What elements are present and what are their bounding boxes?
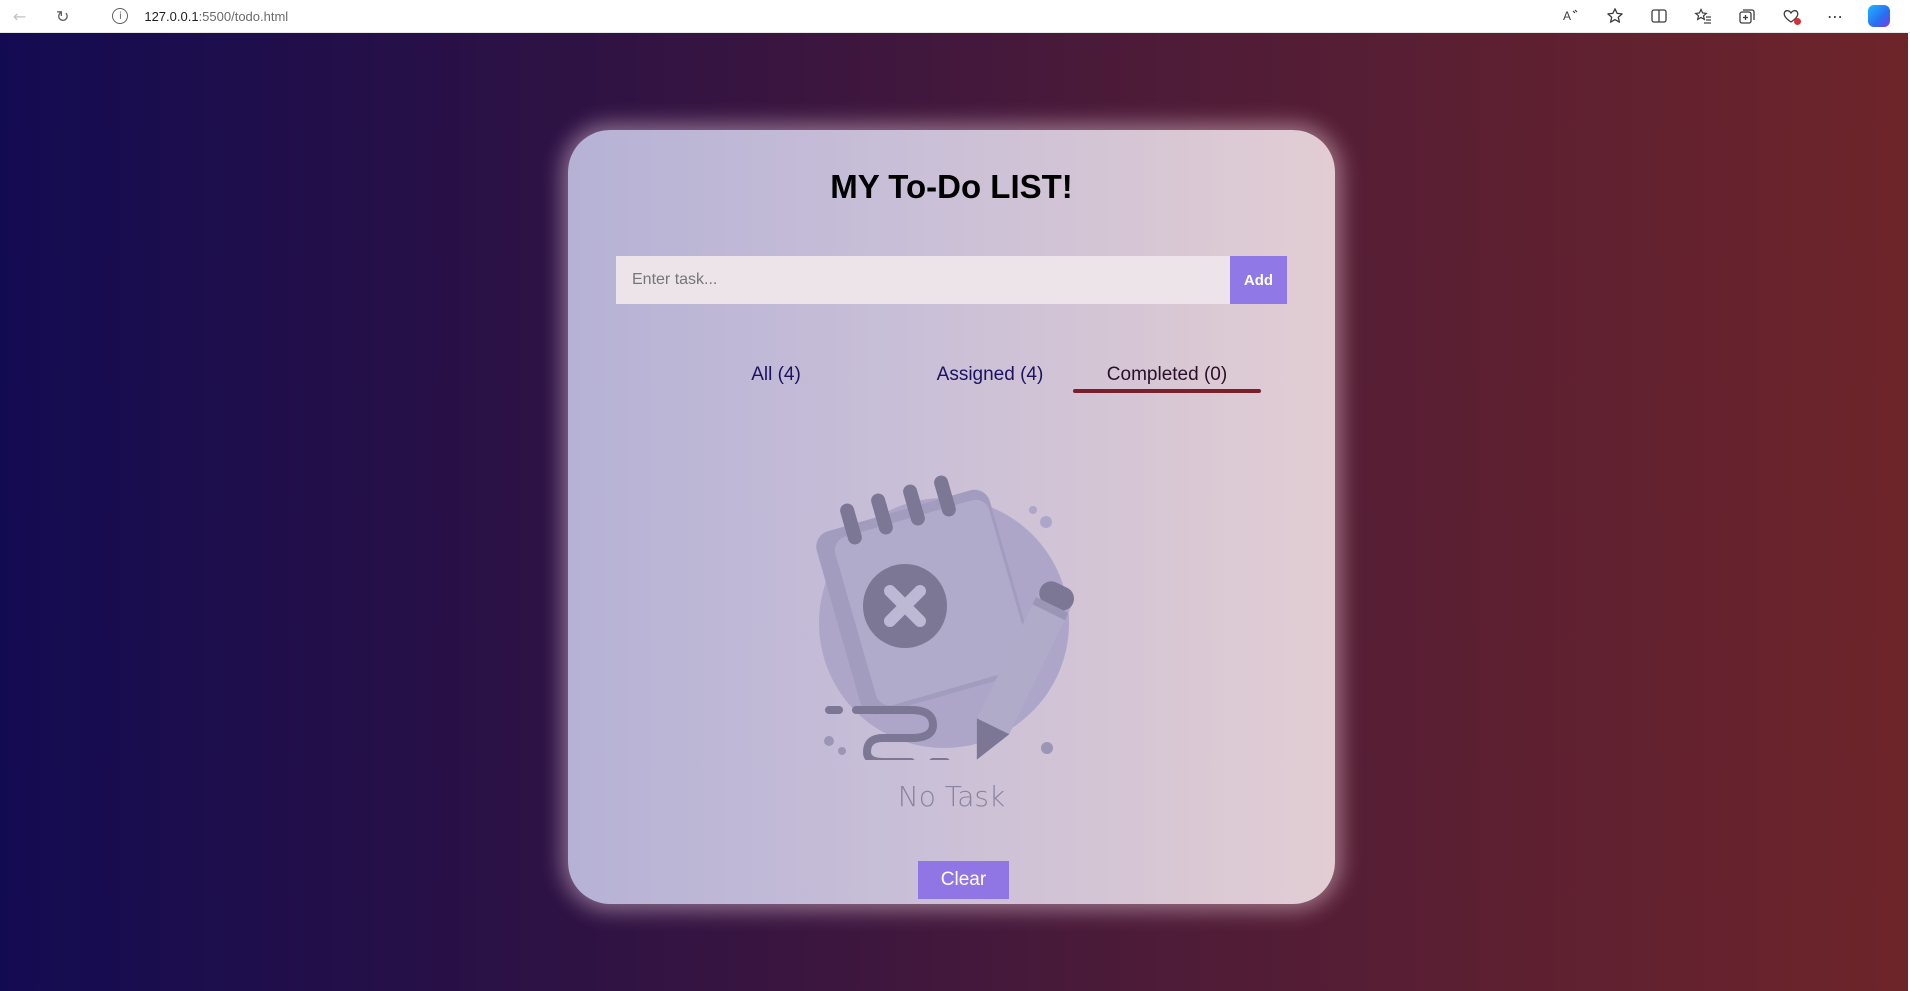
split-screen-icon[interactable] <box>1640 1 1678 31</box>
add-task-button[interactable]: Add <box>1230 256 1287 304</box>
clear-button[interactable]: Clear <box>918 861 1009 899</box>
notification-dot <box>1794 18 1801 25</box>
info-glyph: i <box>118 10 122 22</box>
svg-text:A: A <box>1563 9 1571 23</box>
read-aloud-icon[interactable]: A <box>1552 1 1590 31</box>
copilot-icon[interactable] <box>1860 1 1898 31</box>
empty-notepad-icon <box>816 475 1075 760</box>
tab-assigned[interactable]: Assigned (4) <box>890 364 1090 392</box>
page-title: MY To-Do LIST! <box>830 168 1073 205</box>
reload-icon: ↻ <box>56 6 70 26</box>
address-bar[interactable]: i 127.0.0.1:5500/todo.html <box>96 2 1552 30</box>
browser-toolbar: ← ↻ i 127.0.0.1:5500/todo.html A ⋯ <box>0 0 1910 33</box>
back-button[interactable]: ← <box>2 1 37 31</box>
copilot-logo <box>1868 5 1890 27</box>
tab-completed[interactable]: Completed (0) <box>1073 364 1261 392</box>
tab-all[interactable]: All (4) <box>716 364 836 392</box>
collections-icon[interactable] <box>1728 1 1766 31</box>
favorites-icon[interactable] <box>1684 1 1722 31</box>
page-background: MY To-Do LIST! Add All (4) Assigned (4) … <box>0 33 1910 991</box>
url-path: :5500/todo.html <box>198 8 289 24</box>
browser-essentials-icon[interactable] <box>1772 1 1810 31</box>
todo-card: MY To-Do LIST! Add All (4) Assigned (4) … <box>568 130 1335 904</box>
ellipsis-glyph: ⋯ <box>1827 6 1843 26</box>
active-tab-indicator <box>1073 389 1261 393</box>
favorite-star-icon[interactable] <box>1596 1 1634 31</box>
empty-state-text: No Task <box>897 780 1006 813</box>
task-input[interactable] <box>616 256 1230 304</box>
site-info-icon[interactable]: i <box>112 8 129 24</box>
reload-button[interactable]: ↻ <box>45 1 80 31</box>
more-menu-icon[interactable]: ⋯ <box>1816 1 1854 31</box>
back-arrow-icon: ← <box>12 6 27 26</box>
url-host: 127.0.0.1 <box>144 8 199 24</box>
url-text[interactable]: 127.0.0.1:5500/todo.html <box>144 9 288 24</box>
